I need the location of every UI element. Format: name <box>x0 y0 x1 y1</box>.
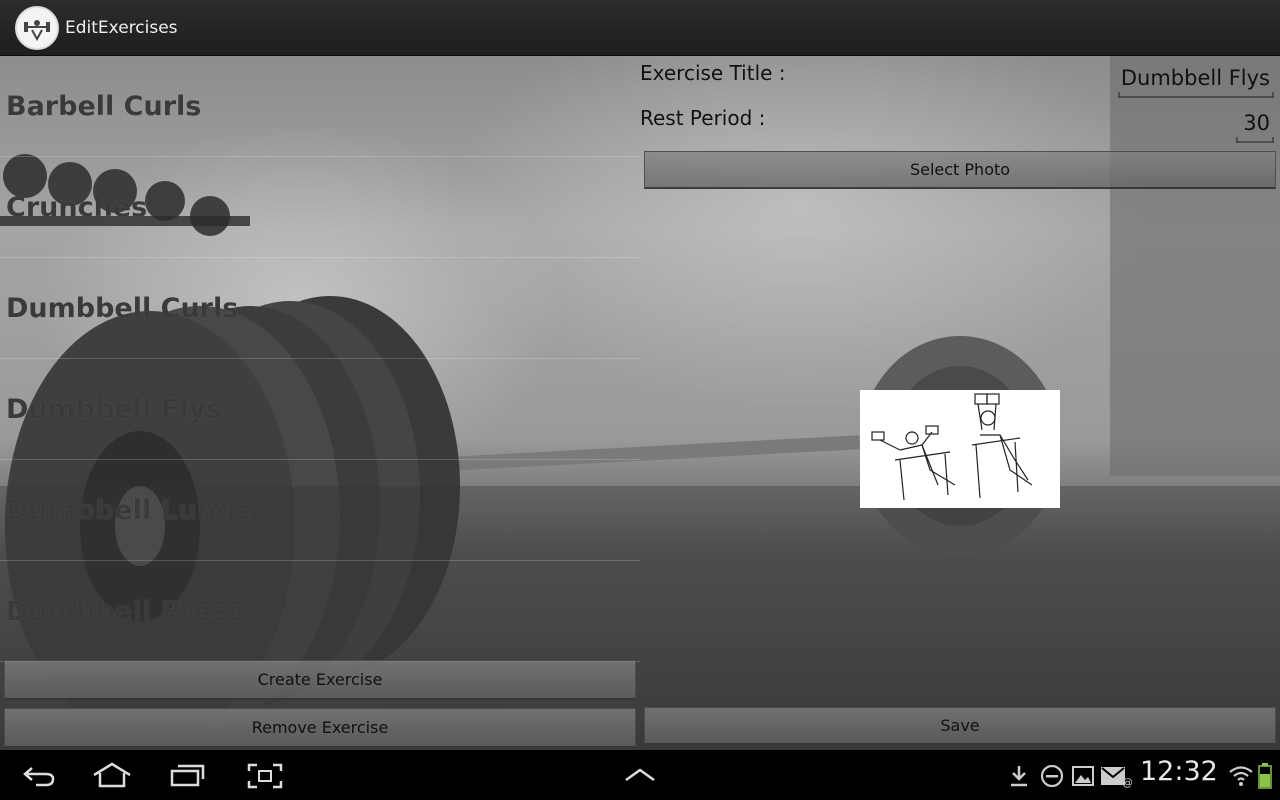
remove-exercise-button[interactable]: Remove Exercise <box>4 708 636 748</box>
exercise-title-label: Exercise Title : <box>640 61 786 85</box>
exercise-list: Barbell Curls Crunches Dumbbell Curls Du… <box>0 56 640 662</box>
dumbbell-flys-illustration <box>871 393 1033 501</box>
exercise-label: Crunches <box>6 191 148 223</box>
create-exercise-button[interactable]: Create Exercise <box>4 660 636 700</box>
email-icon: @ <box>1101 767 1132 788</box>
recent-apps-icon[interactable] <box>170 763 206 787</box>
exercise-label: Dumbbell Flys <box>6 393 223 425</box>
download-icon <box>1011 766 1027 787</box>
exercise-label: Dumbbell Press <box>6 595 245 627</box>
screenshot-icon[interactable] <box>247 763 283 789</box>
battery-icon <box>1258 763 1272 789</box>
list-item[interactable]: Dumbbell Curls <box>0 258 640 359</box>
exercise-label: Dumbbell Curls <box>6 292 239 324</box>
wifi-icon <box>1229 766 1253 786</box>
exercise-title-input[interactable]: Dumbbell Flys <box>1118 66 1274 98</box>
list-item[interactable]: Dumbbell Flys <box>0 359 640 460</box>
content-area: Barbell Curls Crunches Dumbbell Curls Du… <box>0 56 1280 750</box>
menu-up-icon[interactable] <box>624 768 656 782</box>
exercise-photo <box>860 390 1060 508</box>
svg-text:@: @ <box>1122 776 1132 788</box>
select-photo-button[interactable]: Select Photo <box>644 151 1276 189</box>
app-title: EditExercises <box>65 17 178 38</box>
exercise-label: Dumbbell Lunge <box>6 494 254 526</box>
rest-period-label: Rest Period : <box>640 106 766 130</box>
list-item[interactable]: Crunches <box>0 157 640 258</box>
clock: 12:32 <box>1140 756 1218 787</box>
system-nav-bar: @ 12:32 <box>0 750 1280 800</box>
list-item[interactable]: Dumbbell Press <box>0 561 640 662</box>
back-icon[interactable] <box>22 764 56 788</box>
rest-period-input[interactable]: 30 <box>1236 111 1274 143</box>
action-bar: EditExercises <box>0 0 1280 56</box>
home-icon[interactable] <box>92 762 132 788</box>
list-item[interactable]: Barbell Curls <box>0 56 640 157</box>
save-button[interactable]: Save <box>644 707 1276 745</box>
gallery-icon <box>1072 766 1094 786</box>
list-item[interactable]: Dumbbell Lunge <box>0 460 640 561</box>
exercise-label: Barbell Curls <box>6 90 202 122</box>
do-not-disturb-icon <box>1040 764 1064 788</box>
dumbbell-logo-icon[interactable] <box>15 5 59 50</box>
